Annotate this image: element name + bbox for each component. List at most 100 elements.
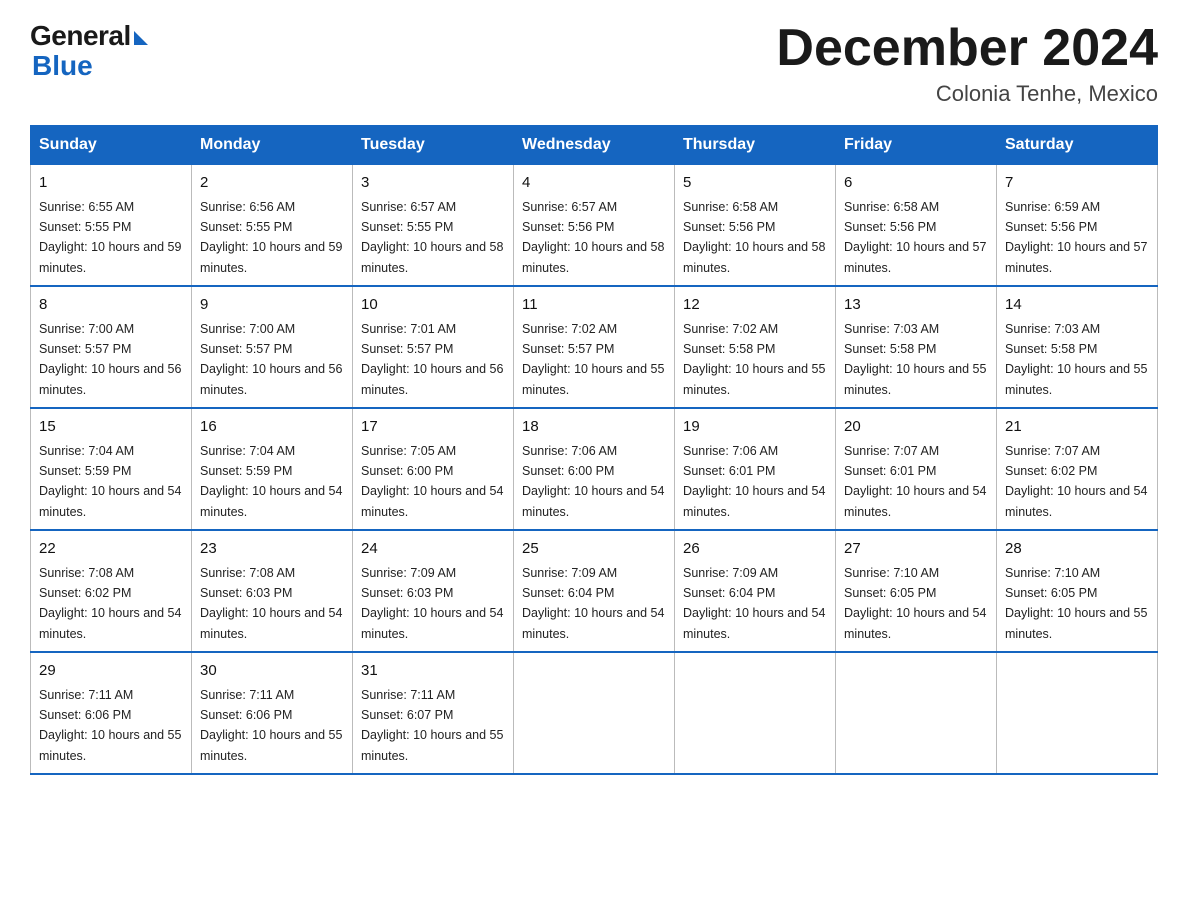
day-number: 19 xyxy=(683,416,827,439)
day-info: Sunrise: 7:04 AMSunset: 5:59 PMDaylight:… xyxy=(39,444,181,519)
calendar-cell: 1 Sunrise: 6:55 AMSunset: 5:55 PMDaylight… xyxy=(31,165,192,287)
day-number: 23 xyxy=(200,538,344,561)
calendar-cell: 23 Sunrise: 7:08 AMSunset: 6:03 PMDayligh… xyxy=(192,530,353,652)
day-number: 17 xyxy=(361,416,505,439)
page-header: General Blue December 2024 Colonia Tenhe… xyxy=(30,20,1158,107)
column-header-monday: Monday xyxy=(192,126,353,165)
location-subtitle: Colonia Tenhe, Mexico xyxy=(776,81,1158,107)
calendar-cell: 6Sunrise: 6:58 AMSunset: 5:56 PMDaylight… xyxy=(836,165,997,287)
day-number: 18 xyxy=(522,416,666,439)
day-info: Sunrise: 7:11 AMSunset: 6:07 PMDaylight:… xyxy=(361,688,503,763)
calendar-cell: 15 Sunrise: 7:04 AMSunset: 5:59 PMDayligh… xyxy=(31,408,192,530)
day-number: 5 xyxy=(683,172,827,195)
day-number: 15 xyxy=(39,416,183,439)
day-number: 8 xyxy=(39,294,183,317)
day-number: 7 xyxy=(1005,172,1149,195)
day-number: 3 xyxy=(361,172,505,195)
month-title: December 2024 xyxy=(776,20,1158,77)
day-info: Sunrise: 7:00 AMSunset: 5:57 PMDaylight:… xyxy=(39,322,181,397)
calendar-cell: 3 Sunrise: 6:57 AMSunset: 5:55 PMDaylight… xyxy=(353,165,514,287)
calendar-cell: 18Sunrise: 7:06 AMSunset: 6:00 PMDayligh… xyxy=(514,408,675,530)
day-info: Sunrise: 7:02 AMSunset: 5:57 PMDaylight:… xyxy=(522,322,664,397)
calendar-cell xyxy=(514,652,675,774)
day-info: Sunrise: 6:56 AMSunset: 5:55 PMDaylight:… xyxy=(200,200,342,275)
calendar-cell: 25Sunrise: 7:09 AMSunset: 6:04 PMDayligh… xyxy=(514,530,675,652)
calendar-table: SundayMondayTuesdayWednesdayThursdayFrid… xyxy=(30,125,1158,775)
calendar-cell: 27Sunrise: 7:10 AMSunset: 6:05 PMDayligh… xyxy=(836,530,997,652)
calendar-cell: 29Sunrise: 7:11 AMSunset: 6:06 PMDayligh… xyxy=(31,652,192,774)
calendar-cell: 8 Sunrise: 7:00 AMSunset: 5:57 PMDaylight… xyxy=(31,286,192,408)
day-number: 28 xyxy=(1005,538,1149,561)
day-info: Sunrise: 6:57 AMSunset: 5:56 PMDaylight:… xyxy=(522,200,664,275)
day-info: Sunrise: 7:08 AMSunset: 6:03 PMDaylight:… xyxy=(200,566,342,641)
calendar-cell: 28 Sunrise: 7:10 AMSunset: 6:05 PMDayligh… xyxy=(997,530,1158,652)
calendar-cell: 13 Sunrise: 7:03 AMSunset: 5:58 PMDayligh… xyxy=(836,286,997,408)
day-number: 6 xyxy=(844,172,988,195)
calendar-cell: 10 Sunrise: 7:01 AMSunset: 5:57 PMDayligh… xyxy=(353,286,514,408)
calendar-cell: 9 Sunrise: 7:00 AMSunset: 5:57 PMDaylight… xyxy=(192,286,353,408)
day-info: Sunrise: 7:10 AMSunset: 6:05 PMDaylight:… xyxy=(1005,566,1147,641)
day-info: Sunrise: 7:07 AMSunset: 6:02 PMDaylight:… xyxy=(1005,444,1147,519)
day-number: 11 xyxy=(522,294,666,317)
calendar-week-1: 1 Sunrise: 6:55 AMSunset: 5:55 PMDaylight… xyxy=(31,165,1158,287)
calendar-cell: 20Sunrise: 7:07 AMSunset: 6:01 PMDayligh… xyxy=(836,408,997,530)
day-number: 4 xyxy=(522,172,666,195)
day-info: Sunrise: 7:06 AMSunset: 6:01 PMDaylight:… xyxy=(683,444,825,519)
calendar-cell: 14Sunrise: 7:03 AMSunset: 5:58 PMDayligh… xyxy=(997,286,1158,408)
day-number: 29 xyxy=(39,660,183,683)
day-number: 31 xyxy=(361,660,505,683)
day-number: 2 xyxy=(200,172,344,195)
logo-arrow-icon xyxy=(134,31,148,45)
day-info: Sunrise: 7:09 AMSunset: 6:04 PMDaylight:… xyxy=(522,566,664,641)
day-number: 26 xyxy=(683,538,827,561)
day-info: Sunrise: 7:02 AMSunset: 5:58 PMDaylight:… xyxy=(683,322,825,397)
column-header-friday: Friday xyxy=(836,126,997,165)
calendar-cell: 21Sunrise: 7:07 AMSunset: 6:02 PMDayligh… xyxy=(997,408,1158,530)
logo-blue-text: Blue xyxy=(32,50,93,82)
day-number: 30 xyxy=(200,660,344,683)
calendar-cell: 2 Sunrise: 6:56 AMSunset: 5:55 PMDaylight… xyxy=(192,165,353,287)
column-header-wednesday: Wednesday xyxy=(514,126,675,165)
column-header-sunday: Sunday xyxy=(31,126,192,165)
day-info: Sunrise: 6:55 AMSunset: 5:55 PMDaylight:… xyxy=(39,200,181,275)
calendar-cell: 12 Sunrise: 7:02 AMSunset: 5:58 PMDayligh… xyxy=(675,286,836,408)
day-info: Sunrise: 7:04 AMSunset: 5:59 PMDaylight:… xyxy=(200,444,342,519)
day-number: 13 xyxy=(844,294,988,317)
calendar-week-5: 29 Sunrise: 7:11 AMSunset: 6:06 PMDayligh… xyxy=(31,652,1158,774)
day-number: 9 xyxy=(200,294,344,317)
calendar-cell: 30 Sunrise: 7:11 AMSunset: 6:06 PMDayligh… xyxy=(192,652,353,774)
calendar-header: SundayMondayTuesdayWednesdayThursdayFrid… xyxy=(31,126,1158,165)
column-header-thursday: Thursday xyxy=(675,126,836,165)
calendar-cell xyxy=(997,652,1158,774)
day-info: Sunrise: 6:57 AMSunset: 5:55 PMDaylight:… xyxy=(361,200,503,275)
calendar-cell: 26 Sunrise: 7:09 AMSunset: 6:04 PMDayligh… xyxy=(675,530,836,652)
day-info: Sunrise: 7:09 AMSunset: 6:04 PMDaylight:… xyxy=(683,566,825,641)
calendar-cell: 22 Sunrise: 7:08 AMSunset: 6:02 PMDayligh… xyxy=(31,530,192,652)
day-info: Sunrise: 7:03 AMSunset: 5:58 PMDaylight:… xyxy=(844,322,986,397)
day-info: Sunrise: 7:11 AMSunset: 6:06 PMDaylight:… xyxy=(200,688,342,763)
day-number: 22 xyxy=(39,538,183,561)
day-info: Sunrise: 7:08 AMSunset: 6:02 PMDaylight:… xyxy=(39,566,181,641)
day-number: 24 xyxy=(361,538,505,561)
calendar-cell: 4 Sunrise: 6:57 AMSunset: 5:56 PMDaylight… xyxy=(514,165,675,287)
logo-general-text: General xyxy=(30,20,131,52)
day-info: Sunrise: 7:00 AMSunset: 5:57 PMDaylight:… xyxy=(200,322,342,397)
calendar-cell: 16 Sunrise: 7:04 AMSunset: 5:59 PMDayligh… xyxy=(192,408,353,530)
day-info: Sunrise: 7:05 AMSunset: 6:00 PMDaylight:… xyxy=(361,444,503,519)
day-info: Sunrise: 6:58 AMSunset: 5:56 PMDaylight:… xyxy=(683,200,825,275)
day-number: 27 xyxy=(844,538,988,561)
day-info: Sunrise: 6:59 AMSunset: 5:56 PMDaylight:… xyxy=(1005,200,1147,275)
calendar-week-3: 15 Sunrise: 7:04 AMSunset: 5:59 PMDayligh… xyxy=(31,408,1158,530)
column-header-saturday: Saturday xyxy=(997,126,1158,165)
calendar-body: 1 Sunrise: 6:55 AMSunset: 5:55 PMDaylight… xyxy=(31,165,1158,775)
day-number: 10 xyxy=(361,294,505,317)
day-info: Sunrise: 7:01 AMSunset: 5:57 PMDaylight:… xyxy=(361,322,503,397)
day-number: 16 xyxy=(200,416,344,439)
day-number: 12 xyxy=(683,294,827,317)
calendar-cell: 17 Sunrise: 7:05 AMSunset: 6:00 PMDayligh… xyxy=(353,408,514,530)
day-info: Sunrise: 7:09 AMSunset: 6:03 PMDaylight:… xyxy=(361,566,503,641)
calendar-cell: 5 Sunrise: 6:58 AMSunset: 5:56 PMDaylight… xyxy=(675,165,836,287)
day-number: 1 xyxy=(39,172,183,195)
calendar-week-2: 8 Sunrise: 7:00 AMSunset: 5:57 PMDaylight… xyxy=(31,286,1158,408)
day-number: 20 xyxy=(844,416,988,439)
